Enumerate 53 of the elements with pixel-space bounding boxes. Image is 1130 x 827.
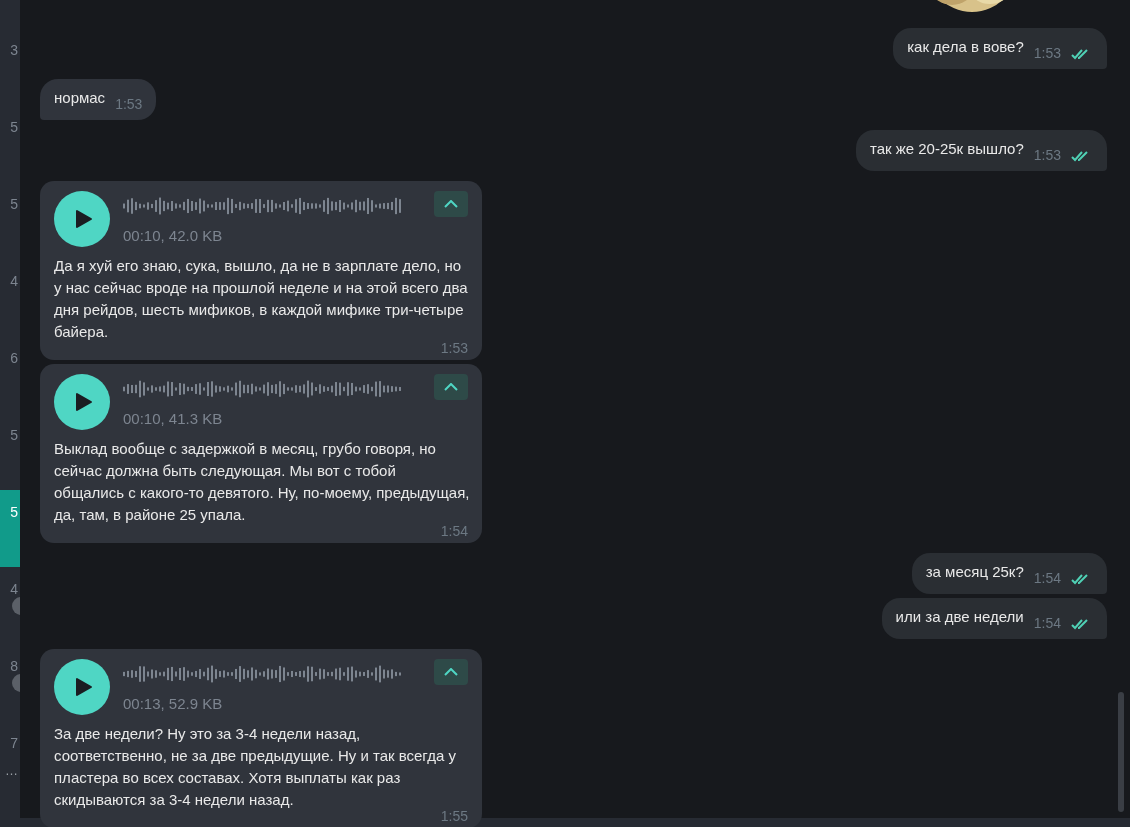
chat-list-item[interactable]: 8	[0, 644, 20, 721]
chat-date: 4	[10, 580, 18, 598]
chat-list-item[interactable]: 4	[0, 567, 20, 644]
play-icon	[74, 209, 93, 229]
caret-up-icon	[444, 668, 458, 676]
message-time: 1:54	[1033, 569, 1061, 588]
chat-list-item[interactable]: 4	[0, 259, 20, 336]
message-time: 1:53	[115, 95, 143, 114]
chat-list-item[interactable]: 5	[0, 182, 20, 259]
chat-list-item[interactable]: 7 …	[0, 721, 20, 798]
chat-date: 5	[10, 195, 18, 213]
chat-list-item[interactable]: 3	[0, 28, 20, 105]
message-text: нормас	[54, 88, 106, 108]
chat-date: 5	[10, 118, 18, 136]
transcript-text: Да я хуй его знаю, сука, вышло, да не в зарплате дело, но у нас сейчас вроде на прошлой неделе и на этой всего два дня рейдов, шесть мификов, в каждой мифике три-четыре байера.	[54, 256, 469, 342]
play-icon	[74, 677, 93, 697]
voice-duration-size: 00:10, 42.0 KB	[123, 226, 224, 246]
chat-date: 4	[10, 272, 18, 290]
message-time: 1:54	[1033, 614, 1061, 633]
message-time: 1:55	[440, 808, 468, 824]
scrollbar[interactable]	[1118, 692, 1124, 812]
play-button[interactable]	[54, 374, 110, 430]
collapse-transcript-button[interactable]	[434, 374, 468, 400]
chat-date: 5	[10, 503, 18, 521]
chat-list-item[interactable]: 6	[0, 336, 20, 413]
message-time: 1:53	[1033, 44, 1061, 63]
message-text: так же 20-25к вышло?	[869, 139, 1024, 159]
chat-date: 6	[10, 349, 18, 367]
voice-duration-size: 00:13, 52.9 KB	[123, 694, 224, 714]
play-icon	[74, 392, 93, 412]
message-time: 1:53	[1033, 146, 1061, 165]
chat-list-item[interactable]: 5	[0, 413, 20, 490]
chat-date: 5	[10, 426, 18, 444]
play-button[interactable]	[54, 659, 110, 715]
transcript-text: Выклад вообще с задержкой в месяц, грубо говоря, но сейчас должна быть следующая. Мы вот с тобой общались с какого-то девятого. Ну, по-моему, предыдущая, да, там, в районе 25 упала.	[54, 439, 470, 525]
play-button[interactable]	[54, 191, 110, 247]
chat-list-item[interactable]: 5	[0, 490, 20, 567]
message-time: 1:54	[440, 523, 468, 539]
message-time: 1:53	[440, 340, 468, 356]
caret-up-icon	[444, 383, 458, 391]
voice-duration-size: 00:10, 41.3 KB	[123, 409, 224, 429]
chat-date: 8	[10, 657, 18, 675]
chat-date: 7	[10, 734, 18, 752]
message-text: как дела в вове?	[907, 37, 1024, 57]
caret-up-icon	[444, 200, 458, 208]
message-text: за месяц 25к?	[925, 562, 1024, 582]
chat-list-item[interactable]: 5	[0, 105, 20, 182]
collapse-transcript-button[interactable]	[434, 659, 468, 685]
message-text: или за две недели	[895, 607, 1024, 627]
transcript-text: За две недели? Ну это за 3-4 недели назад, соответственно, не за две предыдущие. Ну и так всегда у пластера во всех составах. Хотя выплаты как раз скидываются за 3-4 недели назад.	[54, 724, 457, 810]
chat-preview: …	[5, 764, 18, 778]
collapse-transcript-button[interactable]	[434, 191, 468, 217]
chat-date: 3	[10, 41, 18, 59]
